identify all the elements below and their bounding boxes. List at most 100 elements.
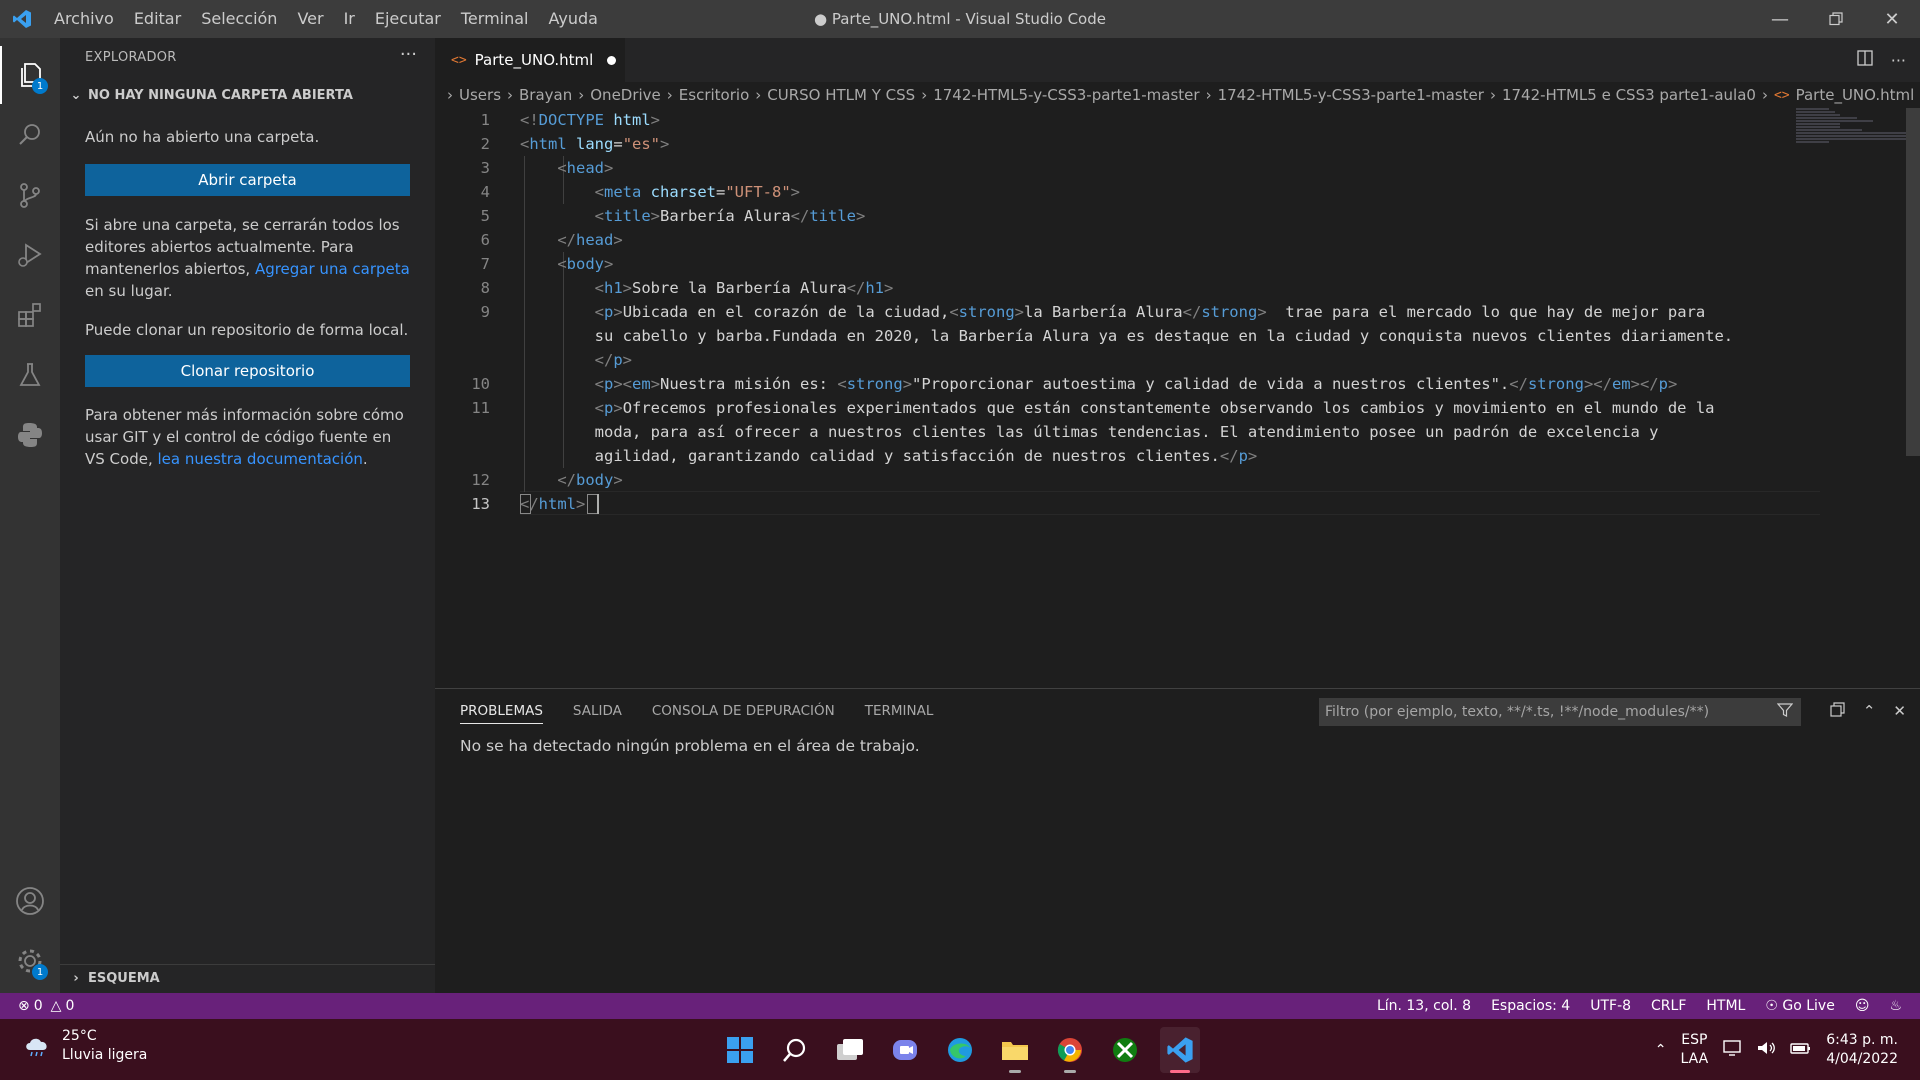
taskbar-search-icon[interactable] [775,1027,815,1073]
python-icon[interactable] [0,406,60,464]
breadcrumb-item[interactable]: 1742-HTML5-y-CSS3-parte1-master [1218,86,1484,104]
weather-widget[interactable]: 25°C Lluvia ligera [22,1027,147,1065]
code-line: <html lang="es"> [520,135,670,153]
add-folder-link[interactable]: Agregar una carpeta [255,260,410,278]
date: 4/04/2022 [1826,1050,1898,1067]
line-number: 13 [471,495,490,513]
code-line-wrap: moda, para así ofrecer a nuestros client… [520,423,1659,441]
outline-section-header[interactable]: › ESQUEMA [60,964,435,992]
line-number: 2 [480,135,490,153]
tab-debug-console[interactable]: CONSOLA DE DEPURACIÓN [652,703,835,719]
clone-repo-button[interactable]: Clonar repositorio [85,355,410,387]
unsaved-dot-icon[interactable] [607,55,617,65]
menu-ejecutar[interactable]: Ejecutar [365,0,451,38]
code-line: <h1>Sobre la Barbería Alura</h1> [594,279,894,297]
minimap[interactable] [1796,108,1906,148]
tab-problems[interactable]: PROBLEMAS [460,703,543,724]
menu-ir[interactable]: Ir [334,0,365,38]
teams-chat-icon[interactable] [885,1027,925,1073]
indentation[interactable]: Espacios: 4 [1491,998,1570,1014]
maximize-panel-icon[interactable]: ⌃ [1863,702,1876,720]
close-window-button[interactable]: ✕ [1864,0,1920,38]
encoding[interactable]: UTF-8 [1590,998,1631,1014]
go-live-button[interactable]: ☉ Go Live [1765,998,1834,1014]
no-folder-section-header[interactable]: ⌄ NO HAY NINGUNA CARPETA ABIERTA [60,82,435,108]
chevron-up-icon[interactable]: ⌃ [1655,1042,1667,1058]
breadcrumb-item[interactable]: Users [459,86,501,104]
volume-icon[interactable] [1756,1039,1776,1061]
menu-editar[interactable]: Editar [124,0,191,38]
end-of-line[interactable]: CRLF [1651,998,1686,1014]
input-language[interactable]: ESP LAA [1681,1031,1709,1069]
breadcrumb-item[interactable]: 1742-HTML5-y-CSS3-parte1-master [933,86,1199,104]
xbox-icon[interactable] [1105,1027,1145,1073]
feedback-icon[interactable]: ☺ [1855,998,1870,1014]
source-control-icon[interactable] [0,166,60,224]
line-number: 5 [480,207,490,225]
close-panel-icon[interactable]: ✕ [1893,702,1906,720]
menu-seleccion[interactable]: Selección [191,0,287,38]
clock[interactable]: 6:43 p. m. 4/04/2022 [1826,1031,1898,1069]
account-icon[interactable] [0,872,60,930]
notifications-bell-icon[interactable]: ♨ [1889,998,1902,1014]
editor-more-icon[interactable]: ··· [1891,51,1906,70]
task-view-icon[interactable] [830,1027,870,1073]
scrollbar-thumb[interactable] [1906,108,1920,456]
open-folder-button[interactable]: Abrir carpeta [85,164,410,196]
problems-filter-input[interactable]: Filtro (por ejemplo, texto, **/*.ts, !**… [1319,698,1801,726]
html-file-icon: <> [451,52,467,68]
cursor-position[interactable]: Lín. 13, col. 8 [1377,998,1471,1014]
explorer-icon[interactable]: 1 [0,46,60,104]
breadcrumb-item[interactable]: Brayan [519,86,572,104]
editor-scrollbar[interactable] [1906,108,1920,688]
minimize-button[interactable]: — [1752,0,1808,38]
filter-icon[interactable] [1776,702,1794,722]
edge-browser-icon[interactable] [940,1027,980,1073]
tab-parte-uno[interactable]: <> Parte_UNO.html [435,38,625,82]
network-icon[interactable] [1722,1039,1742,1061]
code-editor[interactable]: 1 <!DOCTYPE html> 2 <html lang="es"> 3 <he… [435,108,1920,688]
menu-terminal[interactable]: Terminal [451,0,539,38]
menu-ayuda[interactable]: Ayuda [539,0,608,38]
chevron-down-icon: ⌄ [70,87,82,103]
breadcrumb-item[interactable]: OneDrive [590,86,661,104]
breadcrumb-item[interactable]: Parte_UNO.html [1796,86,1915,104]
windows-taskbar: 25°C Lluvia ligera ⌃ ESP LAA 6:43 p. m. … [0,1019,1920,1080]
breadcrumb-item[interactable]: Escritorio [679,86,749,104]
breadcrumb-item[interactable]: CURSO HTLM Y CSS [767,86,915,104]
breadcrumb-item[interactable]: 1742-HTML5 e CSS3 parte1-aula0 [1502,86,1756,104]
git-info-paragraph: Para obtener más información sobre cómo … [85,404,415,470]
tab-terminal[interactable]: TERMINAL [865,703,934,719]
code-line: <p>Ofrecemos profesionales experimentado… [594,399,1715,417]
collapse-all-icon[interactable] [1830,701,1845,721]
restore-button[interactable] [1808,0,1864,38]
chrome-browser-icon[interactable] [1050,1027,1090,1073]
docs-link[interactable]: lea nuestra documentación [158,450,363,468]
run-debug-icon[interactable] [0,226,60,284]
menu-ver[interactable]: Ver [287,0,333,38]
menu-archivo[interactable]: Archivo [44,0,124,38]
vscode-taskbar-icon[interactable] [1160,1026,1200,1073]
line-number: 6 [480,231,490,249]
problems-status[interactable]: ⊗ 0 △ 0 [18,993,74,1019]
sidebar-more-button[interactable]: ··· [400,44,417,65]
tab-output[interactable]: SALIDA [573,703,622,719]
testing-icon[interactable] [0,346,60,404]
battery-icon[interactable] [1790,1039,1812,1061]
line-number: 12 [471,471,490,489]
status-bar: ⊗ 0 △ 0 Lín. 13, col. 8 Espacios: 4 UTF-… [0,993,1920,1019]
language-mode[interactable]: HTML [1706,998,1745,1014]
temperature: 25°C [62,1028,97,1044]
running-indicator [1009,1069,1021,1073]
search-icon[interactable] [0,106,60,164]
chevron-right-icon: › [73,971,79,986]
extensions-icon[interactable] [0,286,60,344]
settings-gear-icon[interactable]: 1 [0,932,60,990]
code-line: <body> [557,255,614,273]
windows-start-icon[interactable] [720,1027,760,1073]
code-line: <p>Ubicada en el corazón de la ciudad,<s… [594,303,1706,321]
file-explorer-icon[interactable] [995,1027,1035,1073]
split-editor-icon[interactable] [1857,50,1873,70]
bracket-match-highlight [520,494,531,514]
title-bar: Archivo Editar Selección Ver Ir Ejecutar… [0,0,1920,38]
